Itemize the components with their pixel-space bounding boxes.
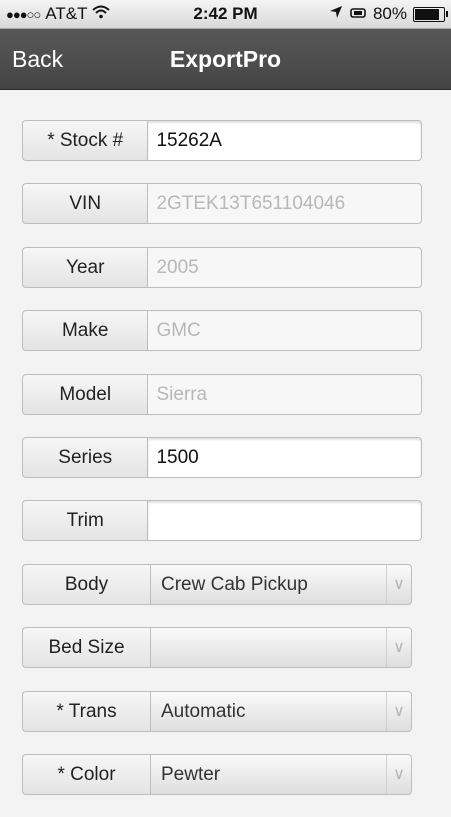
stock-row: * Stock # 15262A [22,120,422,161]
trim-label: Trim [22,500,148,542]
body-select[interactable]: Crew Cab Pickup ∨ [150,563,412,605]
vin-label: VIN [22,183,148,225]
battery-percent: 80% [372,4,407,23]
year-input: 2005 [147,246,422,288]
body-select-value: Crew Cab Pickup [161,573,308,595]
chevron-down-icon: ∨ [386,628,411,668]
model-input: Sierra [147,373,422,415]
trim-input[interactable] [147,500,422,542]
make-input: GMC [147,310,422,352]
trans-select[interactable]: Automatic ∨ [150,690,412,732]
trans-label: * Trans [22,690,150,732]
year-row: Year 2005 [22,246,422,288]
trans-row: * Trans Automatic ∨ [22,690,422,732]
bed-size-select[interactable]: ∨ [150,627,412,669]
year-label: Year [22,246,148,288]
stock-input[interactable]: 15262A [147,120,422,161]
model-label: Model [22,373,148,415]
location-arrow-icon [329,4,343,24]
chevron-down-icon: ∨ [386,691,411,731]
model-row: Model Sierra [22,373,422,415]
vehicle-form: * Stock # 15262A VIN 2GTEK13T651104046 Y… [22,120,422,817]
series-label: Series [22,436,148,478]
body-label: Body [22,563,150,605]
status-bar: ●●●○○ AT&T 2:42 PM 80% [0,0,451,29]
stock-label: * Stock # [22,120,148,161]
bed-size-label: Bed Size [22,627,150,669]
color-label: * Color [22,753,150,795]
navigation-bar: Back ExportPro [0,29,451,90]
body-row: Body Crew Cab Pickup ∨ [22,563,422,605]
battery-icon [413,6,448,22]
color-select[interactable]: Pewter ∨ [150,753,412,795]
chevron-down-icon: ∨ [386,754,411,794]
vin-input: 2GTEK13T651104046 [147,183,422,225]
make-row: Make GMC [22,310,422,352]
series-row: Series 1500 [22,436,422,478]
chevron-down-icon: ∨ [386,564,411,604]
series-input[interactable]: 1500 [147,436,422,478]
status-right: 80% [329,4,448,24]
trim-row: Trim [22,500,422,542]
trans-select-value: Automatic [161,700,246,722]
color-row: * Color Pewter ∨ [22,753,422,795]
make-label: Make [22,310,148,352]
alarm-icon [349,4,367,24]
vin-row: VIN 2GTEK13T651104046 [22,183,422,225]
bed-size-row: Bed Size ∨ [22,627,422,669]
page-title: ExportPro [169,46,282,72]
color-select-value: Pewter [161,763,221,785]
